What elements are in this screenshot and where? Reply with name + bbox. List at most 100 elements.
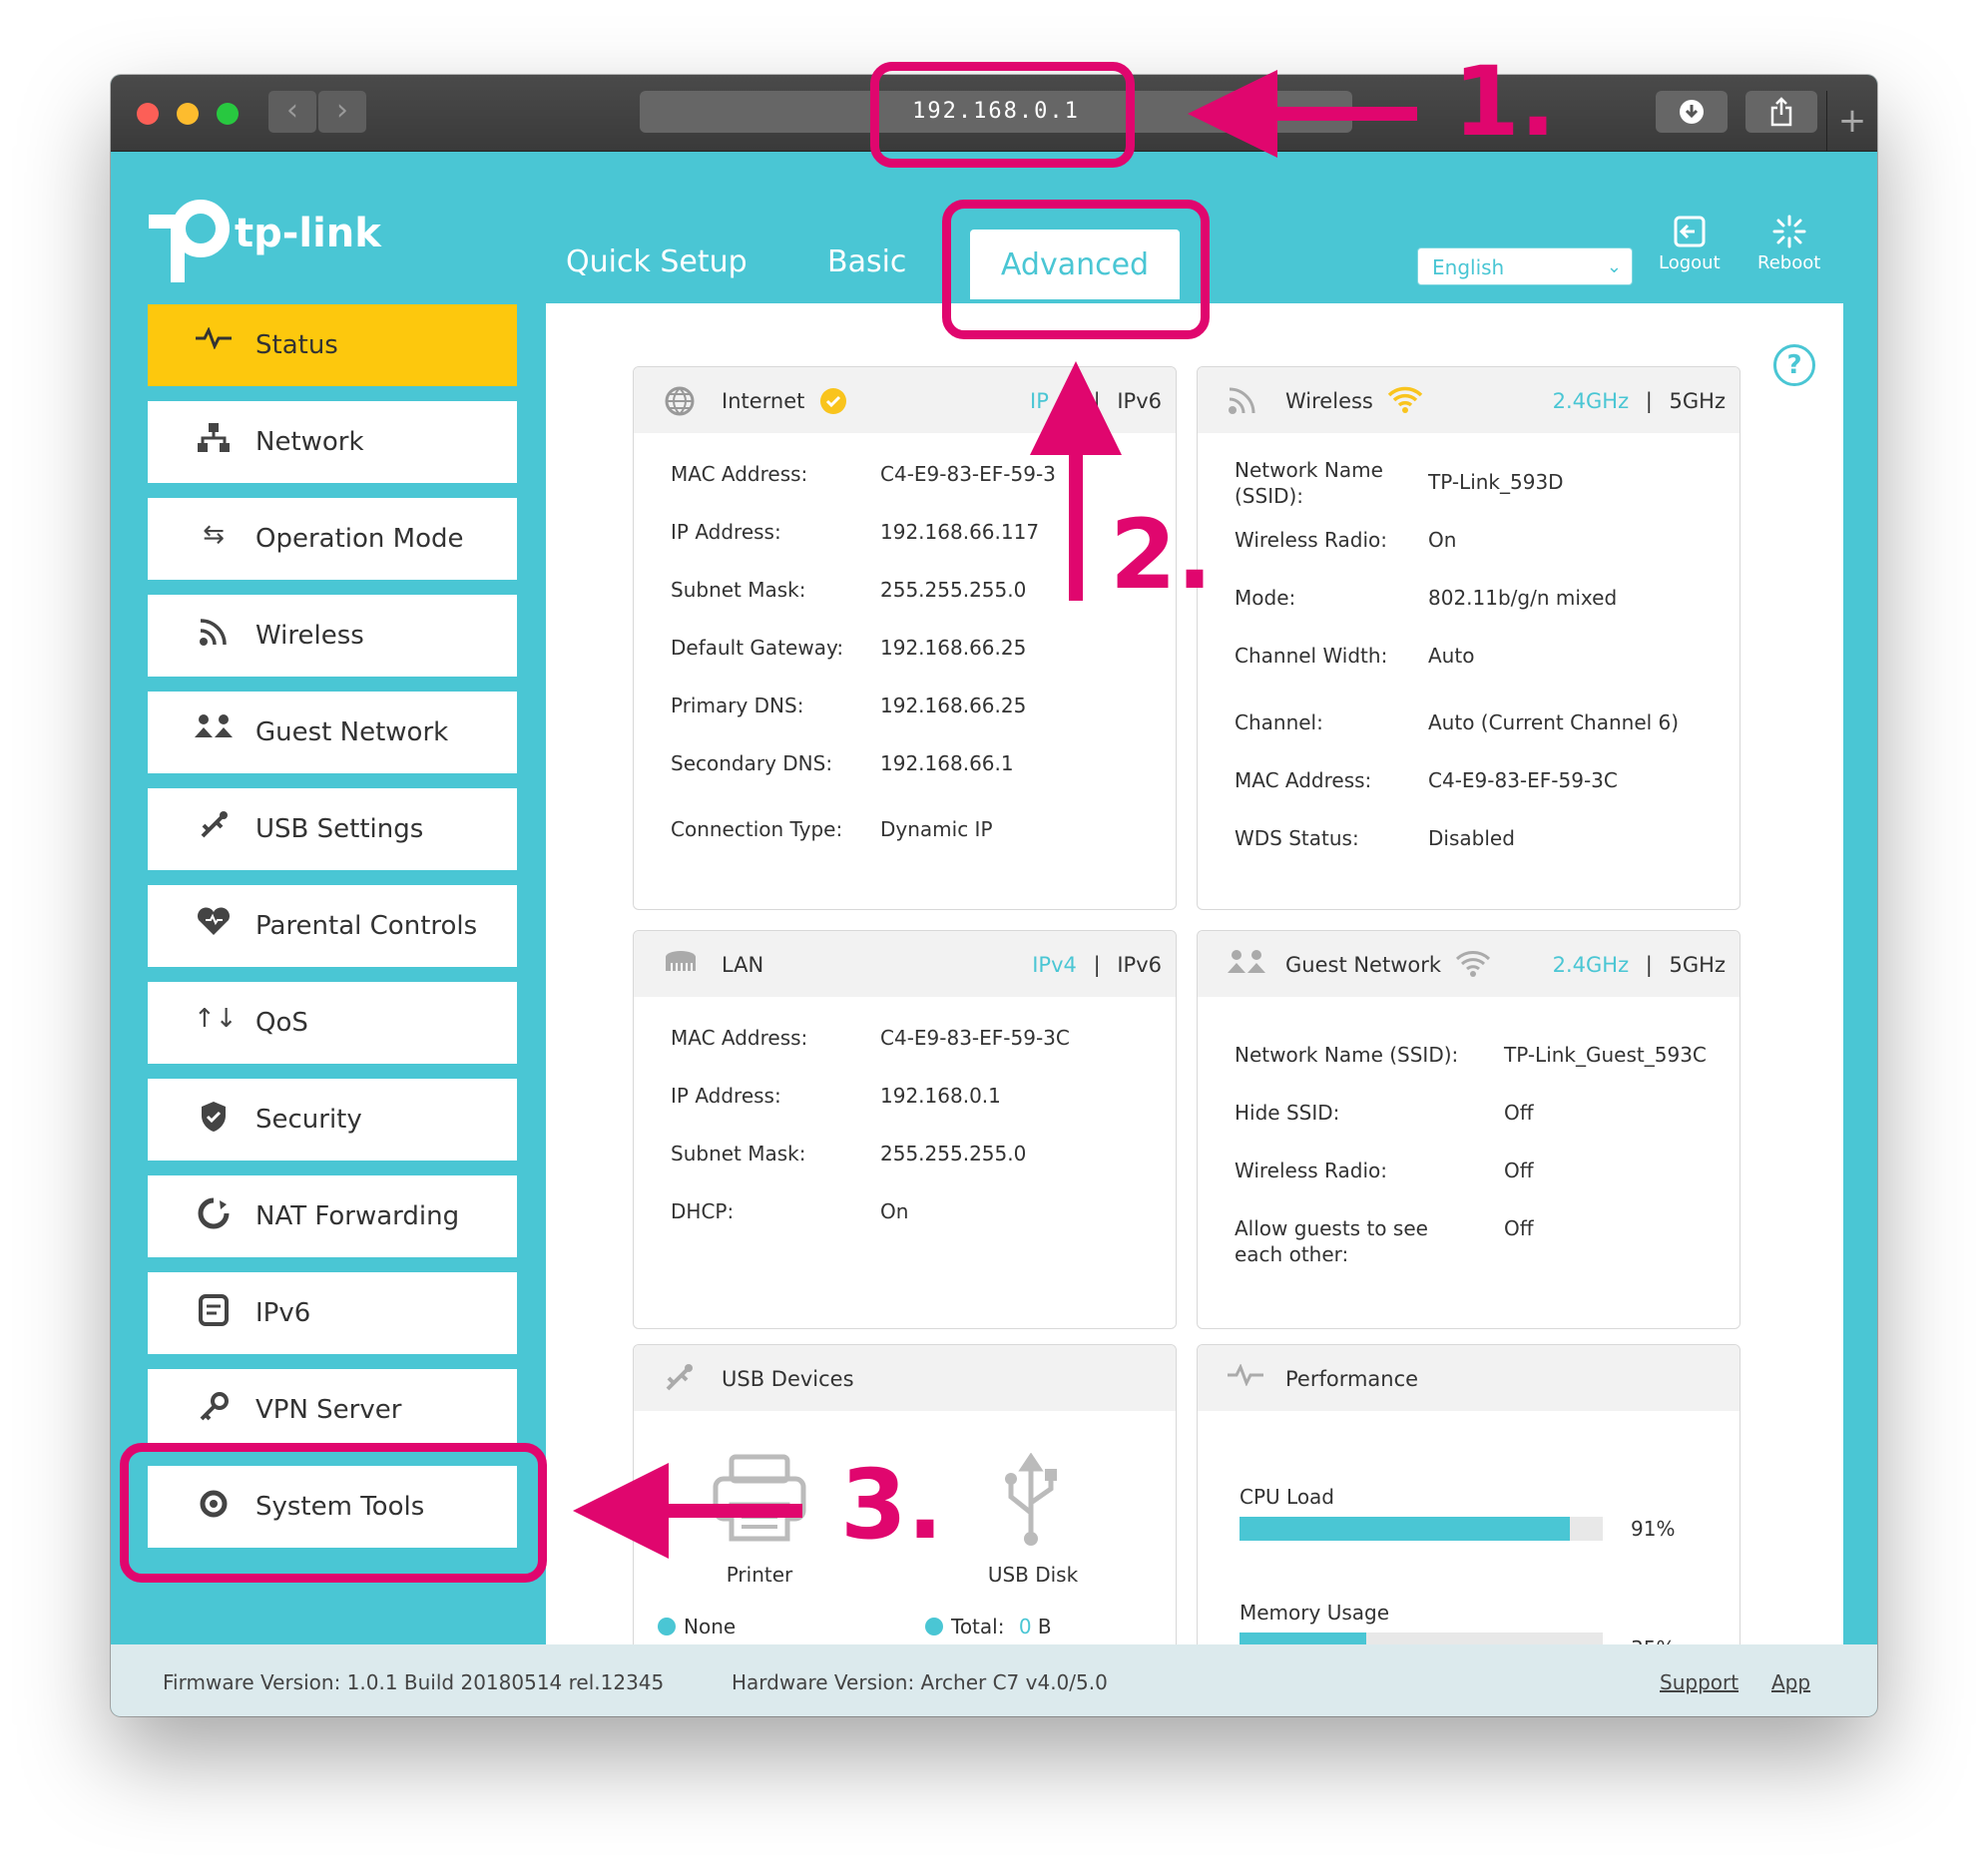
ipv4-link[interactable]: IPv4 [1032,953,1077,977]
row-value: 255.255.255.0 [880,578,1027,602]
row-key: Mode: [1235,586,1296,610]
nat-icon [194,1197,234,1236]
pulse-icon [194,326,234,356]
support-link[interactable]: Support [1660,1670,1739,1694]
cpu-load-bar [1240,1517,1603,1541]
sidebar-item-label: Network [255,427,364,457]
tp-link-logo-icon [143,199,233,288]
pulse-icon [1228,1363,1263,1393]
row-value: Off [1504,1101,1534,1125]
tab-basic[interactable]: Basic [827,244,906,279]
share-button[interactable] [1745,91,1817,133]
tab-quick-setup[interactable]: Quick Setup [566,244,747,279]
new-tab-button[interactable]: + [1826,91,1877,151]
guest-band-switch: 2.4GHz | 5GHz [1553,953,1726,977]
sidebar-item-nat-forwarding[interactable]: NAT Forwarding [148,1175,517,1257]
logout-button[interactable]: Logout [1659,215,1721,273]
row-key: Wireless Radio: [1235,528,1387,552]
lan-card: LAN IPv4 | IPv6 MAC Address: C4-E9-83-EF-… [633,930,1177,1329]
sidebar-item-ipv6[interactable]: IPv6 [148,1272,517,1354]
annotation-box-system-tools [120,1443,547,1583]
row-value: Auto (Current Channel 6) [1428,710,1680,734]
annotation-step-1: 1. [1453,46,1557,158]
printer-label: Printer [726,1563,793,1587]
guest-card-header: Guest Network 2.4GHz | 5GHz [1198,931,1740,997]
row-key: Allow guests to see each other: [1235,1216,1428,1266]
reboot-label: Reboot [1757,252,1821,273]
row-key: Default Gateway: [671,636,844,660]
row-key: MAC Address: [671,1026,808,1050]
zoom-window-button[interactable] [217,103,239,125]
cpu-label: CPU Load [1240,1485,1334,1509]
performance-card: Performance CPU Load 91% Memory Usage 35… [1197,1344,1740,1665]
minimize-window-button[interactable] [177,103,199,125]
wireless-title: Wireless [1285,389,1373,413]
row-value: Off [1504,1216,1534,1240]
key-icon [194,1391,234,1430]
footer: Firmware Version: 1.0.1 Build 20180514 r… [111,1644,1877,1716]
row-key: Network Name (SSID): [1235,458,1383,508]
printer-status: None [658,1615,736,1638]
sidebar-item-wireless[interactable]: Wireless [148,595,517,677]
cpu-value: 91% [1631,1517,1676,1541]
wifi-icon [1228,385,1257,422]
row-value: Auto [1428,644,1475,668]
row-key: Primary DNS: [671,694,804,717]
download-button[interactable] [1656,91,1728,133]
ipv6-icon [194,1294,234,1333]
forward-button[interactable]: › [318,91,366,133]
share-icon [1770,97,1792,127]
guest-network-card: Guest Network 2.4GHz | 5GHz Network Name… [1197,930,1740,1329]
language-select[interactable]: English ⌄ [1417,247,1633,285]
sidebar-item-network[interactable]: Network [148,401,517,483]
sidebar-item-label: Wireless [255,621,364,651]
band-5-link[interactable]: 5GHz [1670,389,1726,413]
lan-card-header: LAN IPv4 | IPv6 [634,931,1176,997]
row-key: IP Address: [671,520,781,544]
band-5-link[interactable]: 5GHz [1670,953,1726,977]
sidebar-item-label: Security [255,1105,362,1135]
sidebar-item-operation-mode[interactable]: ⇆ Operation Mode [148,498,517,580]
band-24-link[interactable]: 2.4GHz [1553,389,1629,413]
sidebar-item-label: Guest Network [255,717,449,747]
chevron-down-icon: ⌄ [1606,256,1622,277]
row-value: C4-E9-83-EF-59-3C [1428,768,1618,792]
cpu-load-fill [1240,1517,1571,1541]
heart-icon [194,907,234,944]
row-value: 192.168.66.1 [880,751,1014,775]
annotation-step-3: 3. [840,1449,944,1561]
usb-icon [664,1363,694,1400]
reboot-button[interactable]: Reboot [1757,215,1820,273]
sidebar-item-status[interactable]: Status [148,304,517,386]
globe-icon [664,385,696,424]
help-icon[interactable]: ? [1773,344,1815,386]
wireless-card-header: Wireless 2.4GHz | 5GHz [1198,367,1740,433]
sidebar-item-parental-controls[interactable]: Parental Controls [148,885,517,967]
usb-card-header: USB Devices [634,1345,1176,1411]
row-value: 255.255.255.0 [880,1142,1027,1165]
performance-title: Performance [1285,1367,1419,1391]
sidebar-item-guest-network[interactable]: Guest Network [148,692,517,773]
chevron-right-icon: › [336,93,348,128]
back-button[interactable]: ‹ [268,91,316,133]
row-value: On [880,1199,909,1223]
sidebar-item-label: Status [255,330,338,360]
row-key: Hide SSID: [1235,1101,1340,1125]
row-value: 192.168.66.117 [880,520,1040,544]
usb-disk-icon [1003,1452,1059,1553]
sidebar-item-qos[interactable]: ↑↓ QoS [148,982,517,1064]
sidebar-item-usb-settings[interactable]: USB Settings [148,788,517,870]
row-value: TP-Link_593D [1428,470,1564,494]
band-24-link[interactable]: 2.4GHz [1553,953,1629,977]
internet-title: Internet [722,389,805,413]
app-link[interactable]: App [1771,1670,1810,1694]
memory-label: Memory Usage [1240,1601,1390,1625]
disk-total-value: 0 [1018,1615,1032,1638]
sidebar-item-security[interactable]: Security [148,1079,517,1161]
close-window-button[interactable] [137,103,159,125]
disk-total-label: Total: [951,1615,1005,1638]
sidebar-item-vpn-server[interactable]: VPN Server [148,1369,517,1451]
ipv6-link[interactable]: IPv6 [1117,953,1162,977]
row-key: MAC Address: [671,462,808,486]
check-icon [819,387,847,420]
